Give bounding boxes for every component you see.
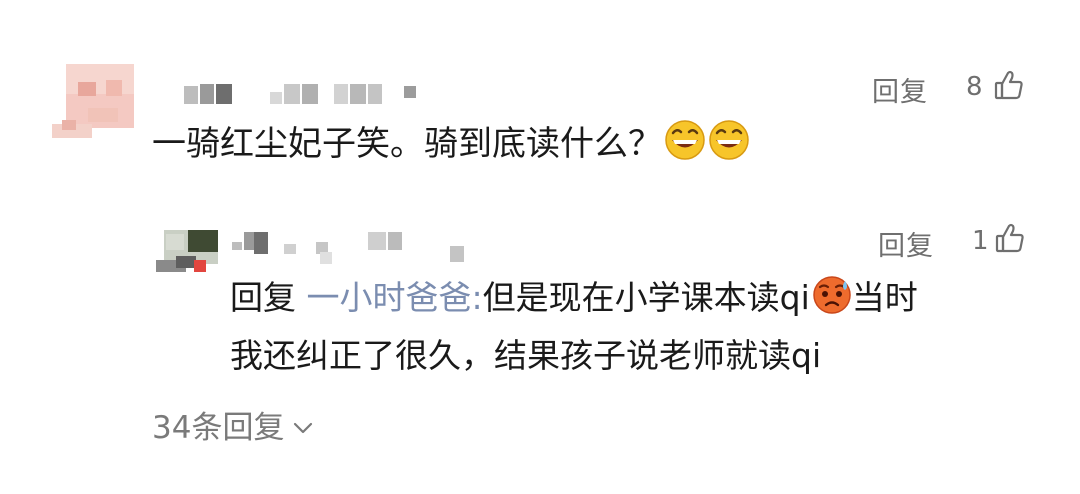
- thumbs-up-icon[interactable]: [994, 222, 1026, 254]
- chevron-down-icon: [292, 407, 314, 443]
- like-count: 1: [972, 226, 989, 256]
- grinning-face-emoji: [708, 119, 750, 176]
- commenter-username[interactable]: [166, 78, 426, 108]
- reply-text-tail: 当时: [851, 278, 918, 317]
- reply-target-user[interactable]: 一小时爸爸:: [307, 278, 483, 317]
- grinning-face-emoji: [664, 119, 706, 176]
- reply-text: 回复 一小时爸爸:但是现在小学课本读qi 当时 我还纠正了很久，结果孩子说老师就…: [230, 272, 1030, 382]
- comment-text-content: 一骑红尘妃子笑。骑到底读什么？: [152, 124, 662, 164]
- reply-text-line: 我还纠正了很久，结果孩子说老师就读qi: [230, 336, 822, 375]
- reply-prefix: 回复: [230, 278, 296, 317]
- worried-face-emoji: [812, 275, 852, 330]
- reply-button[interactable]: 回复: [872, 70, 928, 109]
- reply-button[interactable]: 回复: [878, 224, 934, 263]
- replier-avatar[interactable]: [156, 230, 218, 272]
- more-replies-label: 34条回复: [152, 410, 285, 446]
- reply-text-line: 回复 一小时爸爸:但是现在小学课本读qi 当时: [230, 272, 1030, 330]
- comment-text: 一骑红尘妃子笑。骑到底读什么？: [152, 118, 750, 176]
- thumbs-up-icon[interactable]: [993, 69, 1025, 101]
- reply-text-content: 但是现在小学课本读qi: [482, 278, 810, 317]
- replier-username[interactable]: [228, 228, 478, 268]
- like-count: 8: [966, 72, 983, 102]
- commenter-avatar[interactable]: [52, 64, 136, 138]
- view-more-replies-button[interactable]: 34条回复: [152, 402, 314, 447]
